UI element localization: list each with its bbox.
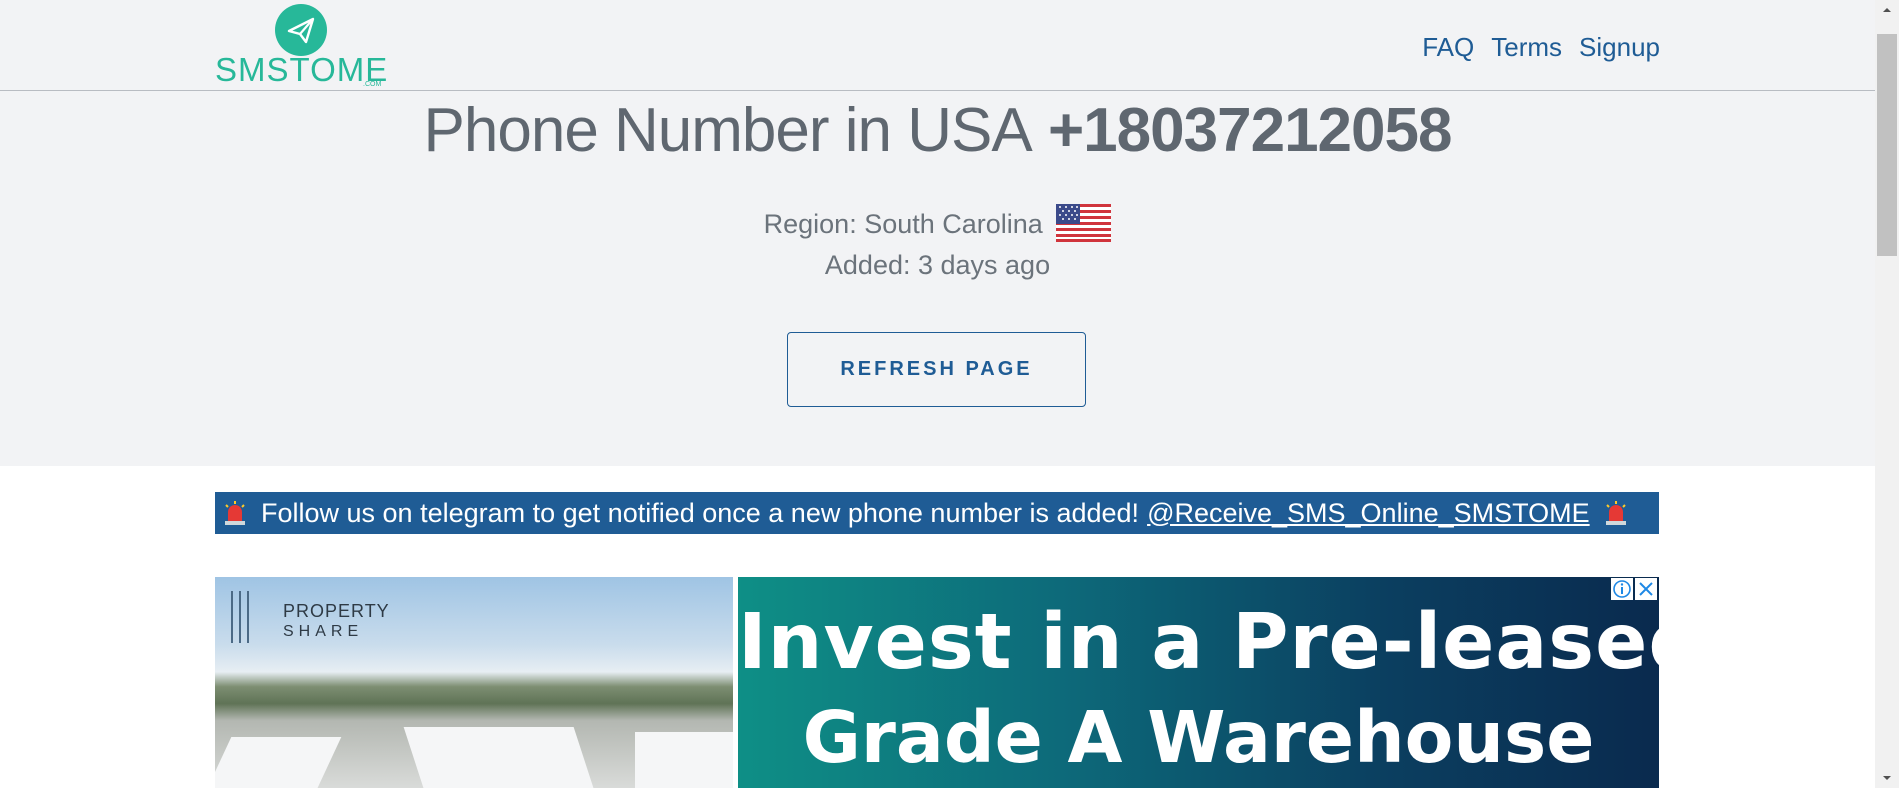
scroll-up-icon[interactable] — [1875, 0, 1899, 20]
added-info: Added: 3 days ago — [824, 250, 1051, 280]
advertisement-banner[interactable]: PROPERTY SHARE Invest in a Pre-leased Gr… — [215, 577, 1659, 788]
siren-icon — [223, 500, 247, 526]
title-prefix: Phone Number in USA — [423, 96, 1033, 165]
ad-headline-line1: Invest in a Pre-leased — [738, 598, 1659, 687]
ad-warehouse-photo: PROPERTY SHARE — [215, 577, 733, 788]
region-text: Region: South Carolina — [763, 209, 1043, 240]
scroll-down-icon[interactable] — [1875, 768, 1899, 788]
siren-icon — [1604, 500, 1628, 526]
paper-plane-icon — [275, 4, 327, 56]
nav-link-signup[interactable]: Signup — [1579, 32, 1660, 63]
page: SMSTOME .COM FAQ Terms Signup Phone Numb… — [0, 0, 1875, 788]
ad-headline-line2: Grade A Warehouse — [802, 696, 1595, 779]
us-flag-icon — [1056, 204, 1112, 242]
scrollbar-thumb[interactable] — [1877, 34, 1897, 256]
vertical-scrollbar[interactable] — [1875, 0, 1899, 788]
nav-link-terms[interactable]: Terms — [1491, 32, 1562, 63]
refresh-page-button[interactable]: REFRESH PAGE — [787, 332, 1086, 407]
ad-headline-panel: Invest in a Pre-leased Grade A Warehouse — [738, 577, 1659, 788]
nav-links: FAQ Terms Signup — [1422, 32, 1660, 63]
ad-info-icon[interactable] — [1611, 578, 1633, 600]
navbar: SMSTOME .COM FAQ Terms Signup — [0, 0, 1875, 91]
region-info: Region: South Carolina — [0, 204, 1875, 245]
telegram-text: Follow us on telegram to get notified on… — [261, 497, 1140, 528]
hero-section: SMSTOME .COM FAQ Terms Signup Phone Numb… — [0, 0, 1875, 466]
page-title: Phone Number in USA +18037212058 — [0, 95, 1875, 166]
telegram-link[interactable]: @Receive_SMS_Online_SMSTOME — [1147, 498, 1590, 529]
telegram-banner: Follow us on telegram to get notified on… — [215, 492, 1659, 534]
phone-number: +18037212058 — [1047, 96, 1453, 165]
site-logo[interactable]: SMSTOME .COM — [215, 4, 387, 88]
nav-link-faq[interactable]: FAQ — [1422, 32, 1474, 63]
logo-suffix: .COM — [363, 81, 382, 88]
ad-close-icon[interactable] — [1635, 578, 1657, 600]
